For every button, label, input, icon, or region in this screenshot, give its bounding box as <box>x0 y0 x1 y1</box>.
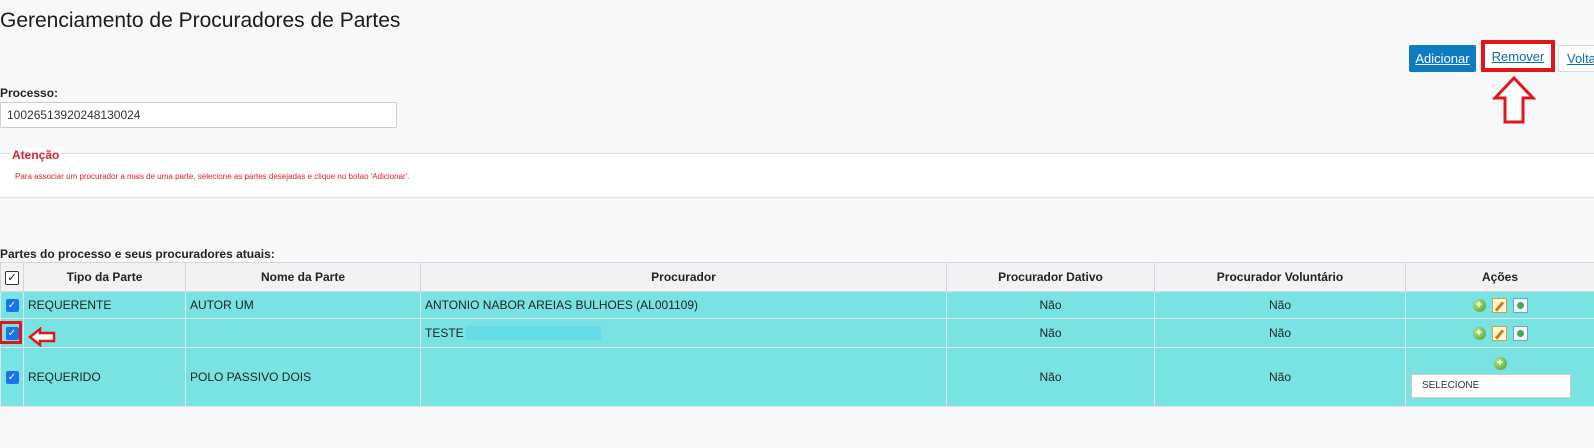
table-row: ✓ REQUERENTE AUTOR UM ANTONIO NABOR AREI… <box>0 291 1594 319</box>
cell-procurador <box>420 347 947 407</box>
adicionar-button[interactable]: Adicionar <box>1409 45 1476 72</box>
edit-icon[interactable] <box>1491 297 1507 313</box>
procurador-select[interactable]: SELECIONE <box>1411 373 1571 398</box>
remover-button[interactable]: Remover <box>1481 40 1555 72</box>
attention-title: Atenção <box>10 148 62 162</box>
cell-acoes: + <box>1405 318 1594 348</box>
add-icon[interactable]: + <box>1472 326 1486 340</box>
table-row: ✓ REQUERIDO POLO PASSIVO DOIS Não Não + … <box>0 347 1594 407</box>
add-icon[interactable]: + <box>1493 356 1507 370</box>
col-header-tipo: Tipo da Parte <box>23 262 186 292</box>
redacted-text-highlight <box>465 326 601 341</box>
cell-nome: POLO PASSIVO DOIS <box>185 347 421 407</box>
col-header-acoes: Ações <box>1405 262 1594 292</box>
col-header-voluntario: Procurador Voluntário <box>1154 262 1406 292</box>
check-icon: ✓ <box>5 270 19 285</box>
page-title: Gerenciamento de Procuradores de Partes <box>0 9 401 32</box>
check-icon: ✓ <box>5 371 19 385</box>
annotation-highlight-box <box>0 321 22 344</box>
cell-nome: AUTOR UM <box>185 291 421 319</box>
table-row: ✓ TESTE Não Não + <box>0 318 1594 348</box>
cell-dativo: Não <box>946 291 1155 319</box>
check-icon: ✓ <box>5 299 19 313</box>
cell-procurador: TESTE <box>420 318 947 348</box>
voltar-button[interactable]: Voltar <box>1558 45 1594 72</box>
row-checkbox[interactable]: ✓ <box>0 318 24 348</box>
remove-icon[interactable] <box>1512 297 1528 313</box>
col-header-dativo: Procurador Dativo <box>946 262 1155 292</box>
cell-dativo: Não <box>946 318 1155 348</box>
cell-voluntario: Não <box>1154 347 1406 407</box>
cell-voluntario: Não <box>1154 318 1406 348</box>
row-checkbox[interactable]: ✓ <box>0 291 24 319</box>
cell-tipo: REQUERIDO <box>23 347 186 407</box>
row-checkbox[interactable]: ✓ <box>0 347 24 407</box>
remove-icon[interactable] <box>1512 325 1528 341</box>
add-icon[interactable]: + <box>1472 298 1486 312</box>
annotation-arrow-left-icon <box>28 327 56 347</box>
table-header-row: ✓ Tipo da Parte Nome da Parte Procurador… <box>0 262 1594 292</box>
select-all-checkbox[interactable]: ✓ <box>0 262 24 292</box>
processo-input[interactable] <box>0 102 397 128</box>
col-header-nome: Nome da Parte <box>185 262 421 292</box>
procurador-name: TESTE <box>425 325 464 340</box>
table-caption: Partes do processo e seus procuradores a… <box>0 247 275 261</box>
annotation-arrow-up-icon <box>1492 76 1536 124</box>
col-header-procurador: Procurador <box>420 262 947 292</box>
attention-panel: Atenção Para associar um procurador a ma… <box>0 148 1594 198</box>
cell-nome <box>185 318 421 348</box>
partes-table: ✓ Tipo da Parte Nome da Parte Procurador… <box>0 262 1594 407</box>
attention-text: Para associar um procurador a mais de um… <box>15 172 410 181</box>
cell-procurador: ANTONIO NABOR AREIAS BULHOES (AL001109) <box>420 291 947 319</box>
cell-acoes: + <box>1405 291 1594 319</box>
processo-label: Processo: <box>0 86 59 100</box>
cell-acoes: + SELECIONE <box>1405 347 1594 407</box>
edit-icon[interactable] <box>1491 325 1507 341</box>
cell-voluntario: Não <box>1154 291 1406 319</box>
cell-tipo: REQUERENTE <box>23 291 186 319</box>
cell-dativo: Não <box>946 347 1155 407</box>
